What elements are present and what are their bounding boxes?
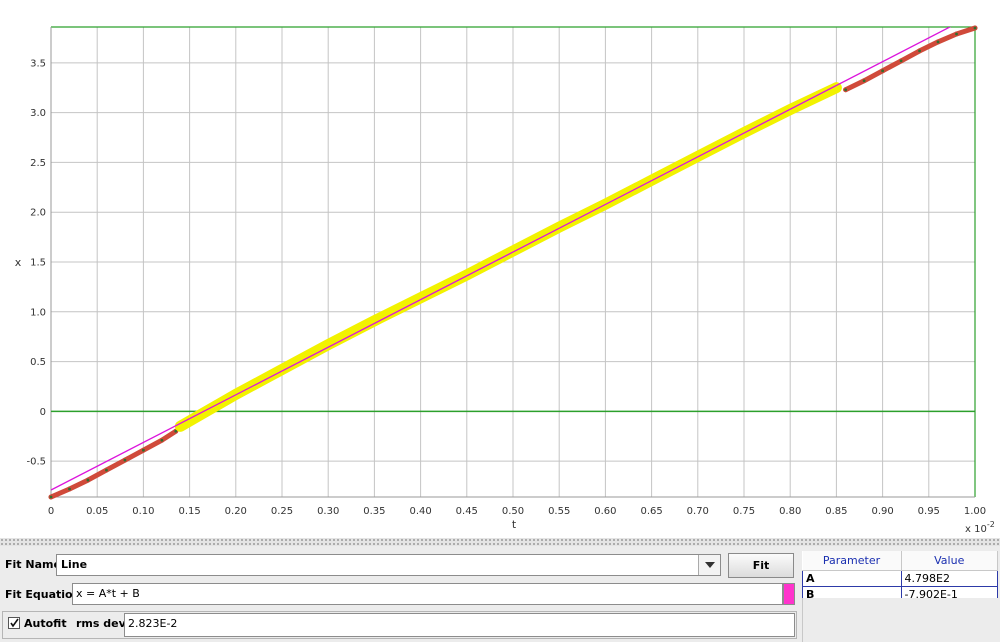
panel-splitter[interactable] <box>0 538 1000 546</box>
fit-equation-field[interactable]: x = A*t + B <box>72 583 783 605</box>
fit-name-select[interactable]: Line <box>56 554 721 576</box>
autofit-label: Autofit <box>24 617 67 630</box>
x-tick-label: 0 <box>48 506 54 517</box>
x-tick-label: 0.60 <box>594 506 616 517</box>
x-tick-label: 0.90 <box>871 506 893 517</box>
x-tick-label: 0.70 <box>687 506 709 517</box>
data-point-marker <box>49 495 53 499</box>
x-tick-label: 0.30 <box>317 506 339 517</box>
autofit-checkbox[interactable] <box>8 617 20 629</box>
y-tick-label: 2.5 <box>30 158 46 169</box>
y-tick-label: 1.5 <box>30 258 46 269</box>
x-tick-label: 0.95 <box>918 506 940 517</box>
x-tick-label: 0.15 <box>178 506 200 517</box>
x-tick-label: 0.10 <box>132 506 154 517</box>
data-point-marker <box>142 448 145 452</box>
x-tick-label: 0.20 <box>225 506 247 517</box>
x-tick-label: 0.05 <box>86 506 108 517</box>
x-tick-label: 0.85 <box>825 506 847 517</box>
data-point-marker <box>973 26 977 30</box>
data-point-marker <box>160 438 164 442</box>
fit-builder-button[interactable]: Fit Builder <box>728 553 794 595</box>
y-tick-label: 2.0 <box>30 208 46 219</box>
plot-panel[interactable]: 0 0.05 0.10 0.15 0.20 0.25 0.30 0.35 0.40 0.45 0.5… <box>0 0 1000 538</box>
parameter-value-cell[interactable]: 4.798E2 <box>900 570 998 587</box>
y-tick-label: 0 <box>40 407 46 418</box>
x-tick-label: 0.35 <box>363 506 385 517</box>
x-tick-label: 0.45 <box>456 506 478 517</box>
rms-dev-field[interactable]: 2.823E-2 <box>124 613 795 637</box>
table-row[interactable]: A 4.798E2 <box>802 570 998 587</box>
y-tick-label: 3.0 <box>30 108 46 119</box>
y-tick-label: -0.5 <box>26 457 46 468</box>
data-point-marker <box>936 40 940 44</box>
y-axis-label: x <box>15 256 22 269</box>
data-point-marker <box>844 88 848 92</box>
data-point-marker <box>955 32 958 36</box>
data-point-marker <box>105 468 108 472</box>
parameter-name-cell[interactable]: A <box>802 570 902 587</box>
y-tick-label: 1.0 <box>30 307 46 318</box>
y-tick-label: 3.5 <box>30 58 46 69</box>
value-column-header[interactable]: Value <box>901 551 998 571</box>
x-axis-label: t <box>512 518 517 531</box>
data-point-marker <box>68 487 71 491</box>
data-point-marker <box>86 478 90 482</box>
x-tick-label: 1.00 <box>964 506 986 517</box>
x-multiplier-label: x 10-2 <box>965 520 995 535</box>
x-tick-label: 0.55 <box>548 506 570 517</box>
fit-name-value: Line <box>61 558 88 571</box>
fit-color-swatch[interactable] <box>783 583 795 605</box>
data-point-marker <box>899 59 903 63</box>
data-point-marker <box>862 79 866 83</box>
parameter-table-empty-area <box>802 598 999 642</box>
parameter-table[interactable]: Parameter Value A 4.798E2 B -7.902E-1 <box>802 551 998 603</box>
x-tick-label: 0.75 <box>733 506 755 517</box>
x-tick-label: 0.25 <box>271 506 293 517</box>
y-tick-label: 0.5 <box>30 357 46 368</box>
data-point-marker <box>174 429 178 433</box>
data-point-marker <box>918 49 921 53</box>
x-tick-label: 0.40 <box>409 506 431 517</box>
data-point-marker <box>123 458 127 462</box>
x-tick-label: 0.50 <box>502 506 524 517</box>
rms-dev-label: rms dev: <box>76 617 131 630</box>
x-tick-label: 0.65 <box>640 506 662 517</box>
dropdown-arrow-icon[interactable] <box>698 555 720 575</box>
x-tick-label: 0.80 <box>779 506 801 517</box>
plot-area[interactable]: 0 0.05 0.10 0.15 0.20 0.25 0.30 0.35 0.40 0.45 0.5… <box>0 0 1000 538</box>
parameter-column-header[interactable]: Parameter <box>802 551 902 571</box>
data-point-marker <box>881 69 884 73</box>
